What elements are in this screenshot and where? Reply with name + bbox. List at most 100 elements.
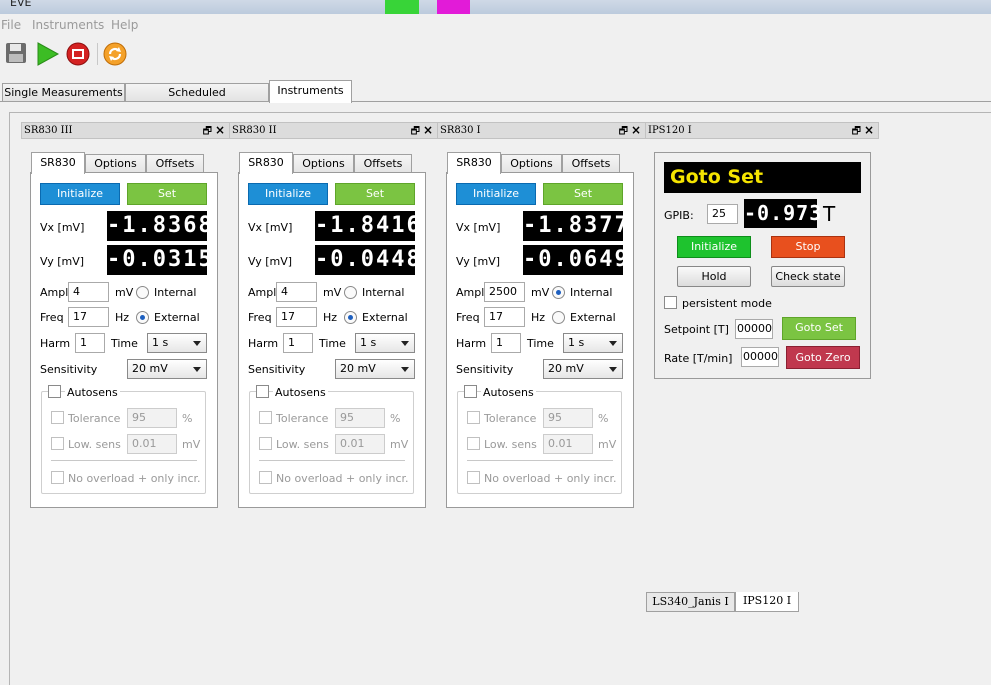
lowsens-checkbox[interactable]: [467, 437, 480, 450]
taskbar-highlight-magenta: [437, 0, 470, 14]
tolerance-checkbox[interactable]: [259, 411, 272, 424]
external-radio[interactable]: [136, 311, 149, 324]
tolerance-checkbox[interactable]: [467, 411, 480, 424]
internal-radio[interactable]: [136, 286, 149, 299]
menu-file[interactable]: File: [1, 18, 21, 32]
set-button[interactable]: Set: [335, 183, 415, 205]
close-icon[interactable]: ×: [423, 123, 433, 137]
nooverload-checkbox[interactable]: [467, 471, 480, 484]
rate-input[interactable]: 000000: [741, 347, 779, 367]
persistent-mode-checkbox[interactable]: [664, 296, 677, 309]
close-icon[interactable]: ×: [631, 123, 641, 137]
menu-instruments[interactable]: Instruments: [32, 18, 104, 32]
freq-input[interactable]: 17: [276, 307, 317, 327]
sensitivity-select[interactable]: 20 mV: [543, 359, 623, 379]
tab-instruments[interactable]: Instruments: [269, 80, 352, 103]
tab-single-measurements[interactable]: Single Measurements: [2, 83, 125, 102]
initialize-button[interactable]: Initialize: [40, 183, 120, 205]
freq-input[interactable]: 17: [484, 307, 525, 327]
tab-options[interactable]: Options: [293, 154, 354, 174]
float-icon[interactable]: 🗗: [203, 124, 212, 141]
dock-title-ips120-i[interactable]: IPS120 I 🗗 ×: [645, 122, 879, 139]
hold-button[interactable]: Hold: [677, 266, 751, 287]
check-state-button[interactable]: Check state: [771, 266, 845, 287]
lowsens-checkbox[interactable]: [259, 437, 272, 450]
float-icon[interactable]: 🗗: [411, 124, 420, 141]
tab-sr830[interactable]: SR830: [31, 152, 85, 174]
ampl-label: Ampl: [456, 286, 485, 299]
lowsens-input[interactable]: 0.01: [127, 434, 177, 454]
ampl-input[interactable]: 4: [68, 282, 109, 302]
tab-scheduled-measurements[interactable]: Scheduled Measurements: [125, 83, 269, 116]
lowsens-input[interactable]: 0.01: [543, 434, 593, 454]
toolbar-separator: [97, 43, 98, 65]
sensitivity-label: Sensitivity: [248, 363, 306, 376]
tab-ls340-janis-i[interactable]: LS340_Janis I: [646, 592, 735, 612]
sensitivity-select[interactable]: 20 mV: [335, 359, 415, 379]
harm-input[interactable]: 1: [75, 333, 105, 353]
set-button[interactable]: Set: [543, 183, 623, 205]
tab-sr830[interactable]: SR830: [447, 152, 501, 174]
save-icon[interactable]: [4, 41, 30, 67]
dock-title-sr830-i[interactable]: SR830 I 🗗 ×: [437, 122, 646, 139]
tolerance-checkbox[interactable]: [51, 411, 64, 424]
float-icon[interactable]: 🗗: [619, 124, 628, 141]
tab-offsets[interactable]: Offsets: [354, 154, 412, 174]
autosens-label: Autosens: [481, 386, 536, 399]
autosens-checkbox[interactable]: [464, 385, 477, 398]
autosens-divider: [467, 460, 613, 461]
close-icon[interactable]: ×: [215, 123, 225, 137]
ampl-input[interactable]: 4: [276, 282, 317, 302]
tolerance-input[interactable]: 95: [127, 408, 177, 428]
tab-ips120-i[interactable]: IPS120 I: [735, 592, 799, 612]
stop-icon[interactable]: [65, 41, 91, 67]
tolerance-input[interactable]: 95: [543, 408, 593, 428]
vx-display: -1.8368: [107, 211, 212, 241]
external-radio[interactable]: [552, 311, 565, 324]
time-select[interactable]: 1 s: [355, 333, 415, 353]
tab-offsets[interactable]: Offsets: [562, 154, 620, 174]
close-icon[interactable]: ×: [864, 123, 874, 137]
dock-title-sr830-ii[interactable]: SR830 II 🗗 ×: [229, 122, 438, 139]
nooverload-label: No overload + only incr.: [68, 472, 201, 485]
ips-initialize-button[interactable]: Initialize: [677, 236, 751, 258]
harm-input[interactable]: 1: [491, 333, 521, 353]
tolerance-input[interactable]: 95: [335, 408, 385, 428]
vx-label: Vx [mV]: [248, 221, 293, 234]
goto-zero-button[interactable]: Goto Zero: [786, 346, 860, 369]
nooverload-checkbox[interactable]: [51, 471, 64, 484]
harm-input[interactable]: 1: [283, 333, 313, 353]
ampl-input[interactable]: 2500: [484, 282, 525, 302]
internal-radio[interactable]: [552, 286, 565, 299]
time-select[interactable]: 1 s: [563, 333, 623, 353]
time-select[interactable]: 1 s: [147, 333, 207, 353]
set-button[interactable]: Set: [127, 183, 207, 205]
tab-offsets[interactable]: Offsets: [146, 154, 204, 174]
freq-input[interactable]: 17: [68, 307, 109, 327]
play-icon[interactable]: [34, 41, 60, 67]
main-tab-bar: Single Measurements Scheduled Measuremen…: [0, 80, 991, 116]
lowsens-checkbox[interactable]: [51, 437, 64, 450]
external-radio[interactable]: [344, 311, 357, 324]
tab-options[interactable]: Options: [501, 154, 562, 174]
float-icon[interactable]: 🗗: [852, 124, 861, 141]
setpoint-input[interactable]: 000000: [735, 319, 773, 339]
freq-unit: Hz: [115, 311, 130, 324]
internal-radio[interactable]: [344, 286, 357, 299]
autosens-checkbox[interactable]: [48, 385, 61, 398]
tab-sr830[interactable]: SR830: [239, 152, 293, 174]
tab-options[interactable]: Options: [85, 154, 146, 174]
refresh-icon[interactable]: [102, 41, 128, 67]
stop-button[interactable]: Stop: [771, 236, 845, 258]
gpib-input[interactable]: 25: [707, 204, 738, 224]
lowsens-input[interactable]: 0.01: [335, 434, 385, 454]
dock-title-label: IPS120 I: [648, 125, 692, 136]
menu-help[interactable]: Help: [111, 18, 138, 32]
goto-set-button[interactable]: Goto Set: [782, 317, 856, 340]
dock-title-sr830-iii[interactable]: SR830 III 🗗 ×: [21, 122, 230, 139]
initialize-button[interactable]: Initialize: [456, 183, 536, 205]
initialize-button[interactable]: Initialize: [248, 183, 328, 205]
sensitivity-select[interactable]: 20 mV: [127, 359, 207, 379]
autosens-checkbox[interactable]: [256, 385, 269, 398]
nooverload-checkbox[interactable]: [259, 471, 272, 484]
